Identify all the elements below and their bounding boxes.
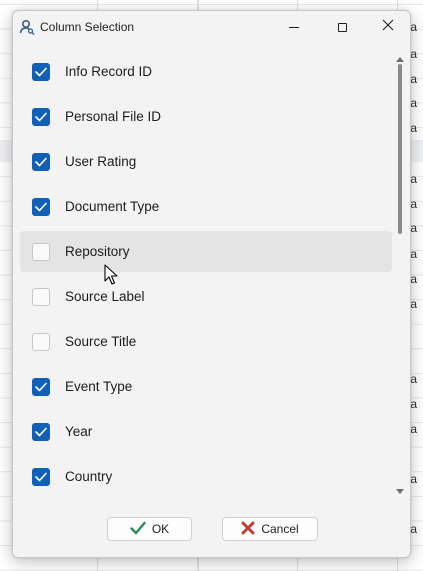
title-bar[interactable]: Column Selection (13, 11, 410, 43)
mouse-cursor-icon (104, 264, 118, 291)
column-item-label: User Rating (65, 154, 137, 169)
column-item-label: Info Record ID (65, 64, 153, 79)
column-selection-dialog: Column Selection Info Record ID Personal … (12, 10, 411, 558)
column-item-label: Source Title (65, 334, 137, 349)
ok-label: OK (151, 522, 170, 536)
checkbox-checked[interactable] (32, 197, 50, 216)
column-item[interactable]: Personal File ID (20, 96, 392, 137)
scroll-down-arrow-icon[interactable] (395, 483, 405, 501)
minimize-icon (289, 26, 299, 28)
column-item[interactable]: Repository (20, 231, 392, 272)
vertical-scrollbar[interactable] (394, 48, 406, 503)
checkbox-unchecked[interactable] (32, 242, 50, 261)
checkbox-checked[interactable] (32, 422, 50, 441)
checkbox-unchecked[interactable] (32, 287, 50, 306)
checkbox-checked[interactable] (32, 467, 50, 486)
minimize-button[interactable] (271, 11, 317, 43)
column-item[interactable]: Document Type (20, 186, 392, 227)
close-button[interactable] (365, 11, 410, 43)
checkbox-checked[interactable] (32, 152, 50, 171)
user-search-icon (19, 19, 35, 35)
maximize-button[interactable] (319, 11, 365, 43)
column-list[interactable]: Info Record ID Personal File ID User Ratin… (20, 51, 392, 501)
close-icon (382, 18, 394, 36)
checkbox-checked[interactable] (32, 107, 50, 126)
column-item[interactable]: Source Title (20, 321, 392, 362)
column-item[interactable]: User Rating (20, 141, 392, 182)
column-item[interactable]: Info Record ID (20, 51, 392, 92)
column-item[interactable]: Source Label (20, 276, 392, 317)
column-item-label: Source Label (65, 289, 145, 304)
column-item[interactable]: Year (20, 411, 392, 452)
cancel-button[interactable]: Cancel (222, 517, 318, 541)
cancel-label: Cancel (261, 522, 299, 536)
maximize-icon (337, 22, 347, 32)
dialog-title: Column Selection (40, 20, 135, 34)
column-item-label: Country (65, 469, 113, 484)
column-item-label: Year (65, 424, 93, 439)
column-item-label: Personal File ID (65, 109, 162, 124)
column-item-label: Repository (65, 244, 130, 259)
column-item-label: Document Type (65, 199, 160, 214)
checkbox-checked[interactable] (32, 377, 50, 396)
scrollbar-thumb[interactable] (398, 64, 402, 234)
ok-button[interactable]: OK (107, 517, 192, 541)
checkbox-unchecked[interactable] (32, 332, 50, 351)
checkbox-checked[interactable] (32, 62, 50, 81)
column-item[interactable]: Country (20, 456, 392, 497)
x-icon (241, 521, 255, 538)
column-item[interactable]: Event Type (20, 366, 392, 407)
checkmark-icon (130, 521, 146, 538)
column-item-label: Event Type (65, 379, 133, 394)
